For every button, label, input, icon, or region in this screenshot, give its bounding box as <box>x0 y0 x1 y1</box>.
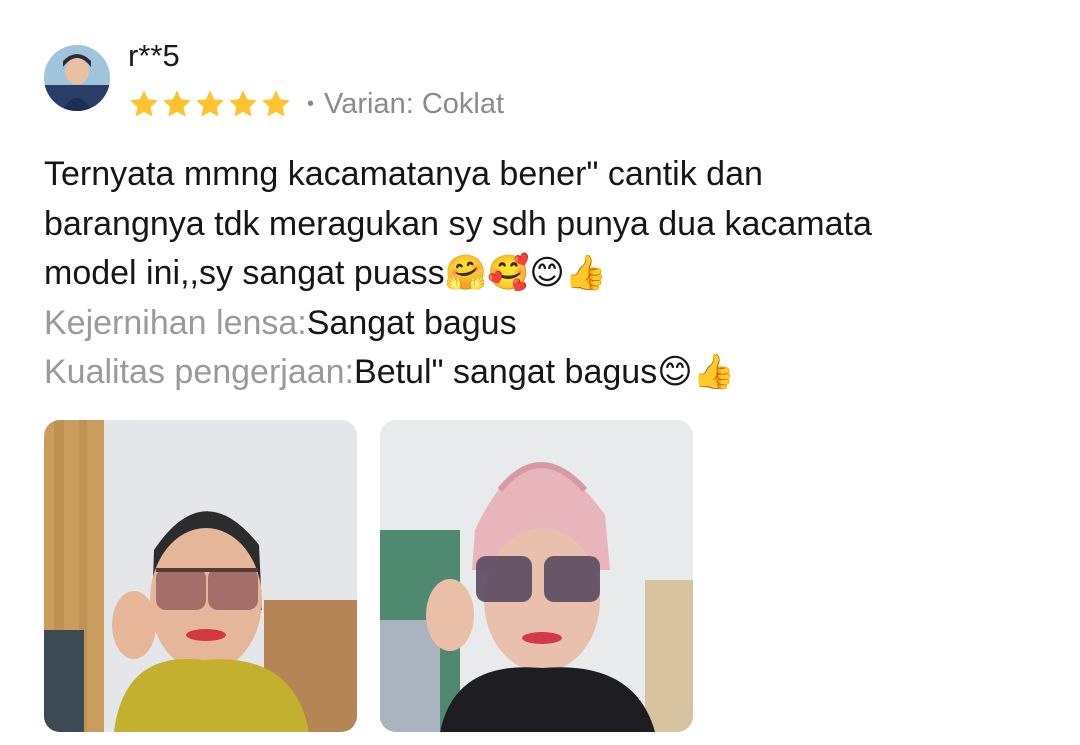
reviewer-name: r**5 <box>128 38 180 73</box>
star-icon <box>130 90 158 117</box>
review-text-line: barangnya tdk meragukan sy sdh punya dua… <box>44 204 872 243</box>
review-photo-1[interactable] <box>44 420 357 732</box>
review-text-line: Ternyata mmng kacamatanya bener" cantik … <box>44 155 763 193</box>
avatar[interactable] <box>44 45 110 111</box>
emoji-group: 🤗🥰😊👍 <box>444 253 608 293</box>
attribute-clarity: Kejernihan lensa:Sangat bagus <box>44 299 1044 349</box>
star-icon <box>229 90 257 117</box>
star-icon <box>163 90 191 117</box>
review-text-line: model ini,,sy sangat puass🤗🥰😊👍 <box>44 253 608 293</box>
attribute-quality: Kualitas pengerjaan:Betul" sangat bagus😊… <box>44 348 1044 398</box>
review-photo-2[interactable] <box>380 420 693 732</box>
star-icon <box>262 90 290 117</box>
attribute-label: Kualitas pengerjaan: <box>44 353 355 391</box>
rating-row: • Varian: Coklat <box>128 86 504 122</box>
separator-dot: • <box>307 92 315 115</box>
review-card: r**5 • Varian: Coklat Ternyata mmng kaca… <box>0 0 1080 745</box>
attribute-value: Sangat bagus <box>306 303 517 342</box>
review-text: Ternyata mmng kacamatanya bener" cantik … <box>44 150 1044 398</box>
variant-label: Varian: <box>324 87 414 120</box>
attribute-label: Kejernihan lensa: <box>44 303 307 342</box>
star-icon <box>196 90 224 117</box>
attribute-value: Betul" sangat bagus <box>354 353 658 391</box>
emoji-group: 😊👍 <box>657 352 735 392</box>
variant-value: Coklat <box>421 87 505 120</box>
star-rating <box>128 88 293 120</box>
